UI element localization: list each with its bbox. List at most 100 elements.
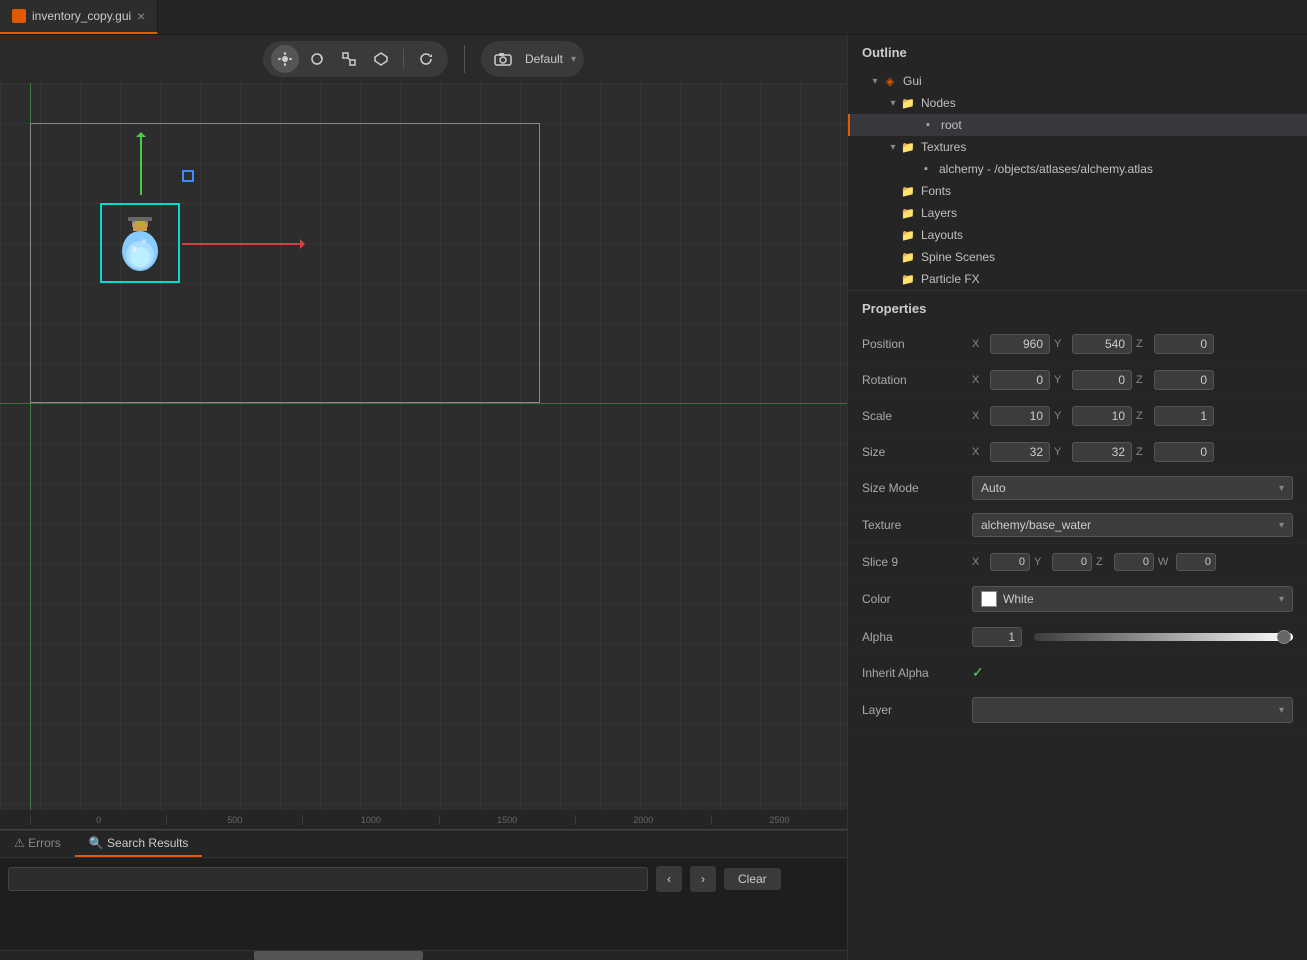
camera-button[interactable] xyxy=(489,45,517,73)
search-results-tab[interactable]: 🔍 Search Results xyxy=(75,831,203,857)
color-fields: White ▾ xyxy=(972,586,1293,612)
anchor-tool-button[interactable] xyxy=(367,45,395,73)
scrollbar-thumb[interactable] xyxy=(254,951,423,960)
outline-item-spine[interactable]: 📁 Spine Scenes xyxy=(848,246,1307,268)
search-input[interactable] xyxy=(8,867,648,891)
size-row: Size X Y Z xyxy=(848,434,1307,470)
size-z-label: Z xyxy=(1136,446,1150,458)
inherit-alpha-row: Inherit Alpha ✓ xyxy=(848,655,1307,691)
file-root-icon: ▪ xyxy=(920,117,936,133)
color-arrow: ▾ xyxy=(1279,594,1284,605)
outline-label-fonts: Fonts xyxy=(921,184,951,198)
layer-dropdown[interactable]: ▾ xyxy=(972,697,1293,723)
chevron-nodes: ▾ xyxy=(886,96,900,110)
scale-z-input[interactable] xyxy=(1154,406,1214,426)
toolbar-sep-1 xyxy=(403,49,404,69)
bottom-panel: ⚠ Errors 🔍 Search Results ‹ › Clear xyxy=(0,830,847,960)
color-swatch[interactable] xyxy=(981,591,997,607)
rotate-tool-button[interactable] xyxy=(303,45,331,73)
outline-item-textures[interactable]: ▾ 📁 Textures xyxy=(848,136,1307,158)
scale-z-label: Z xyxy=(1136,410,1150,422)
slice9-x-input[interactable] xyxy=(990,553,1030,571)
selection-handle[interactable] xyxy=(182,170,194,182)
errors-tab[interactable]: ⚠ Errors xyxy=(0,831,75,857)
slice9-z-input[interactable] xyxy=(1114,553,1154,571)
rotation-label: Rotation xyxy=(862,373,972,387)
alpha-input[interactable] xyxy=(972,627,1022,647)
sprite-image xyxy=(110,213,170,273)
size-y-input[interactable] xyxy=(1072,442,1132,462)
outline-item-root[interactable]: ▪ root xyxy=(848,114,1307,136)
outline-item-particle[interactable]: 📁 Particle FX xyxy=(848,268,1307,290)
toolbar-sep-2 xyxy=(464,45,465,73)
rot-y-label: Y xyxy=(1054,374,1068,386)
scale-y-input[interactable] xyxy=(1072,406,1132,426)
inherit-alpha-checkmark[interactable]: ✓ xyxy=(972,664,984,681)
scale-x-input[interactable] xyxy=(990,406,1050,426)
layer-fields: ▾ xyxy=(972,697,1293,723)
color-dropdown[interactable]: White ▾ xyxy=(972,586,1293,612)
color-label: Color xyxy=(862,592,972,606)
translate-x-handle[interactable] xyxy=(182,243,302,245)
rot-y-input[interactable] xyxy=(1072,370,1132,390)
file-tab[interactable]: inventory_copy.gui × xyxy=(0,0,158,34)
outline-label-gui: Gui xyxy=(903,74,922,88)
inherit-alpha-label: Inherit Alpha xyxy=(862,666,972,680)
sprite-container[interactable] xyxy=(100,203,180,283)
camera-dropdown-arrow[interactable]: ▾ xyxy=(571,54,576,65)
main-layout: Default ▾ xyxy=(0,35,1307,960)
outline-item-layouts[interactable]: 📁 Layouts xyxy=(848,224,1307,246)
color-row: Color White ▾ xyxy=(848,580,1307,619)
texture-dropdown[interactable]: alchemy/base_water ▾ xyxy=(972,513,1293,537)
refresh-button[interactable] xyxy=(412,45,440,73)
right-panel: Outline ▾ ◈ Gui ▾ 📁 Nodes ▪ root ▾ xyxy=(847,35,1307,960)
sprite-box[interactable] xyxy=(100,203,180,283)
size-x-input[interactable] xyxy=(990,442,1050,462)
folder-spine-icon: 📁 xyxy=(900,249,916,265)
rot-z-input[interactable] xyxy=(1154,370,1214,390)
translate-y-handle[interactable] xyxy=(140,135,142,195)
layer-label: Layer xyxy=(862,703,972,717)
outline-item-layers[interactable]: 📁 Layers xyxy=(848,202,1307,224)
toolbar-tools-group xyxy=(263,41,448,77)
file-tab-close[interactable]: × xyxy=(137,9,145,23)
alpha-thumb[interactable] xyxy=(1277,630,1291,644)
folder-textures-icon: 📁 xyxy=(900,139,916,155)
outline-label-spine: Spine Scenes xyxy=(921,250,995,264)
outline-item-nodes[interactable]: ▾ 📁 Nodes xyxy=(848,92,1307,114)
slice9-y-input[interactable] xyxy=(1052,553,1092,571)
horizontal-scrollbar[interactable] xyxy=(0,950,847,960)
chevron-root xyxy=(906,118,920,132)
alpha-slider[interactable] xyxy=(1034,633,1293,641)
texture-value: alchemy/base_water xyxy=(981,518,1091,532)
folder-layers-icon: 📁 xyxy=(900,205,916,221)
scale-tool-button[interactable] xyxy=(335,45,363,73)
pos-x-input[interactable] xyxy=(990,334,1050,354)
size-mode-dropdown[interactable]: Auto ▾ xyxy=(972,476,1293,500)
rot-x-input[interactable] xyxy=(990,370,1050,390)
ruler-marks: 0 500 1000 1500 2000 2500 xyxy=(0,815,847,825)
slice9-y-label: Y xyxy=(1034,556,1048,568)
move-tool-button[interactable] xyxy=(271,45,299,73)
clear-button[interactable]: Clear xyxy=(724,868,781,890)
search-bar: ‹ › Clear xyxy=(8,866,839,892)
pos-z-input[interactable] xyxy=(1154,334,1214,354)
ruler-mark-2: 1000 xyxy=(302,815,438,825)
bottom-tabs: ⚠ Errors 🔍 Search Results xyxy=(0,831,847,858)
alpha-fields xyxy=(972,627,1293,647)
outline-item-alchemy[interactable]: ▪ alchemy - /objects/atlases/alchemy.atl… xyxy=(848,158,1307,180)
canvas-area[interactable] xyxy=(0,83,847,810)
camera-group: Default ▾ xyxy=(481,41,584,77)
outline-item-fonts[interactable]: 📁 Fonts xyxy=(848,180,1307,202)
nav-prev-button[interactable]: ‹ xyxy=(656,866,682,892)
slice9-w-input[interactable] xyxy=(1176,553,1216,571)
layer-row: Layer ▾ xyxy=(848,691,1307,730)
pos-y-input[interactable] xyxy=(1072,334,1132,354)
texture-arrow: ▾ xyxy=(1279,520,1284,531)
folder-layouts-icon: 📁 xyxy=(900,227,916,243)
size-z-input[interactable] xyxy=(1154,442,1214,462)
nav-next-button[interactable]: › xyxy=(690,866,716,892)
horizontal-axis xyxy=(0,403,847,404)
outline-item-gui[interactable]: ▾ ◈ Gui xyxy=(848,70,1307,92)
bottom-content: ‹ › Clear xyxy=(0,858,847,950)
